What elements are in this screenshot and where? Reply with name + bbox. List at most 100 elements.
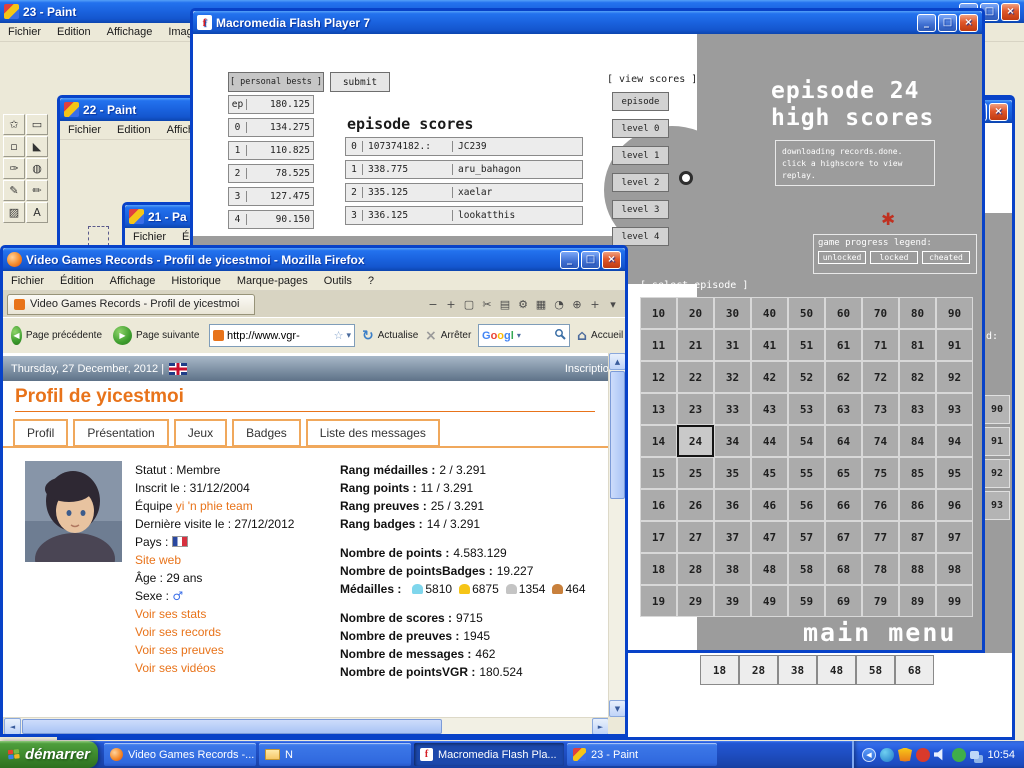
close-button[interactable]: × xyxy=(989,102,1008,121)
episode-cell[interactable]: 98 xyxy=(936,553,973,585)
antivirus-icon[interactable] xyxy=(952,747,966,762)
episode-cell[interactable]: 51 xyxy=(788,329,825,361)
minus-icon[interactable]: − xyxy=(425,296,441,312)
episode-cell[interactable]: 12 xyxy=(640,361,677,393)
select-icon[interactable]: ▭ xyxy=(26,114,48,135)
episode-cell[interactable]: 33 xyxy=(714,393,751,425)
profile-tab[interactable]: Jeux xyxy=(173,419,228,447)
horizontal-scroll-thumb[interactable] xyxy=(22,719,442,734)
episode-cell[interactable]: 90 xyxy=(984,395,1010,424)
free-select-icon[interactable]: ✩ xyxy=(3,114,25,135)
menu-item[interactable]: ? xyxy=(360,273,382,289)
close-button[interactable]: × xyxy=(1001,2,1020,21)
maximize-button[interactable]: □ xyxy=(938,13,957,32)
episode-cell[interactable]: 68 xyxy=(825,553,862,585)
episode-cell[interactable]: 30 xyxy=(714,297,751,329)
scroll-up-arrow[interactable]: ▲ xyxy=(609,353,625,370)
view-scores-button[interactable]: episode xyxy=(612,92,669,111)
taskbar-button-folder[interactable]: N xyxy=(259,743,411,766)
vertical-scroll-thumb[interactable] xyxy=(610,371,625,499)
episode-cell[interactable]: 34 xyxy=(714,425,751,457)
messenger-icon[interactable] xyxy=(880,747,894,762)
episode-cell[interactable]: 84 xyxy=(899,425,936,457)
profile-tab[interactable]: Présentation xyxy=(73,419,169,447)
episode-cell-selected[interactable]: 24 xyxy=(677,425,714,457)
episode-cell[interactable]: 57 xyxy=(788,521,825,553)
episode-cell[interactable]: 60 xyxy=(825,297,862,329)
episode-cell[interactable]: 45 xyxy=(751,457,788,489)
episode-cell[interactable]: 13 xyxy=(640,393,677,425)
episode-cell[interactable]: 47 xyxy=(751,521,788,553)
eraser-icon[interactable]: ▫ xyxy=(3,136,25,157)
episode-cell[interactable]: 44 xyxy=(751,425,788,457)
flash-titlebar[interactable]: f Macromedia Flash Player 7 _ □ × xyxy=(193,11,982,34)
url-bar[interactable]: http://www.vgr- ☆ ▾ xyxy=(209,324,355,347)
airbrush-icon[interactable]: ▨ xyxy=(3,202,25,223)
episode-cell[interactable]: 70 xyxy=(862,297,899,329)
episode-cell[interactable]: 15 xyxy=(640,457,677,489)
episode-cell[interactable]: 82 xyxy=(899,361,936,393)
episode-cell[interactable]: 72 xyxy=(862,361,899,393)
close-button[interactable]: × xyxy=(959,13,978,32)
episode-cell[interactable]: 40 xyxy=(751,297,788,329)
new-tab-icon[interactable]: + xyxy=(587,296,603,312)
episode-cell[interactable]: 14 xyxy=(640,425,677,457)
episode-cell[interactable]: 59 xyxy=(788,585,825,617)
episode-cell[interactable]: 37 xyxy=(714,521,751,553)
episode-cell[interactable]: 36 xyxy=(714,489,751,521)
search-engine-dropdown-icon[interactable]: ▾ xyxy=(517,331,521,340)
fill-icon[interactable]: ◣ xyxy=(26,136,48,157)
personal-best-row[interactable]: 0 134.275 xyxy=(228,118,314,137)
episode-cell[interactable]: 48 xyxy=(751,553,788,585)
episode-cell[interactable]: 88 xyxy=(899,553,936,585)
home-button[interactable]: ⌂ Accueil xyxy=(573,325,631,347)
personal-best-row[interactable]: 1 110.825 xyxy=(228,141,314,160)
lookatthis[interactable]: 3 336.125 lookatthis xyxy=(345,206,583,225)
episode-cell[interactable]: 68 xyxy=(895,655,934,685)
episode-cell[interactable]: 95 xyxy=(936,457,973,489)
episode-cell[interactable]: 78 xyxy=(862,553,899,585)
episode-cell[interactable]: 38 xyxy=(778,655,817,685)
episode-cell[interactable]: 23 xyxy=(677,393,714,425)
menu-item[interactable]: Edition xyxy=(49,24,99,40)
episode-cell[interactable]: 79 xyxy=(862,585,899,617)
view-scores-button[interactable]: level 4 xyxy=(612,227,669,246)
firefox-titlebar[interactable]: Video Games Records - Profil de yicestmo… xyxy=(3,248,625,271)
vertical-scrollbar[interactable]: ▲ ▼ xyxy=(608,353,625,717)
menu-item[interactable]: Edition xyxy=(109,122,159,138)
episode-cell[interactable]: 76 xyxy=(862,489,899,521)
refresh-button[interactable]: ↻ Actualiser xyxy=(358,325,418,347)
episode-cell[interactable]: 52 xyxy=(788,361,825,393)
episode-cell[interactable]: 66 xyxy=(825,489,862,521)
taskbar-button-paint[interactable]: 23 - Paint xyxy=(567,743,717,766)
hide-icons-chevron[interactable]: ◀ xyxy=(862,747,876,762)
add-icon[interactable]: ⊕ xyxy=(569,296,585,312)
episode-cell[interactable]: 62 xyxy=(825,361,862,393)
episode-cell[interactable]: 26 xyxy=(677,489,714,521)
select-icon[interactable] xyxy=(88,226,109,246)
profile-tab[interactable]: Liste des messages xyxy=(305,419,440,447)
episode-cell[interactable]: 71 xyxy=(862,329,899,361)
view-scores-button[interactable]: level 2 xyxy=(612,173,669,192)
minimize-button[interactable]: _ xyxy=(917,13,936,32)
brush-icon[interactable]: ✏ xyxy=(26,180,48,201)
episode-cell[interactable]: 53 xyxy=(788,393,825,425)
personal-bests-tab[interactable]: [ personal bests ] xyxy=(228,72,324,92)
minimize-button[interactable]: _ xyxy=(560,250,579,269)
menu-item[interactable]: Fichier xyxy=(3,273,52,289)
episode-cell[interactable]: 63 xyxy=(825,393,862,425)
episode-cell[interactable]: 50 xyxy=(788,297,825,329)
episode-cell[interactable]: 48 xyxy=(817,655,856,685)
episode-cell[interactable]: 16 xyxy=(640,489,677,521)
episode-cell[interactable]: 90 xyxy=(936,297,973,329)
site-web-link[interactable]: Site web xyxy=(135,553,181,567)
profile-tab[interactable]: Profil xyxy=(13,419,69,447)
main-menu-button[interactable]: main menu xyxy=(803,618,956,647)
personal-best-row[interactable]: 4 90.150 xyxy=(228,210,314,229)
profile-tab[interactable]: Badges xyxy=(232,419,301,447)
episode-cell[interactable]: 18 xyxy=(700,655,739,685)
episode-cell[interactable]: 35 xyxy=(714,457,751,489)
episode-cell[interactable]: 64 xyxy=(825,425,862,457)
episode-cell[interactable]: 91 xyxy=(936,329,973,361)
episode-cell[interactable]: 28 xyxy=(739,655,778,685)
